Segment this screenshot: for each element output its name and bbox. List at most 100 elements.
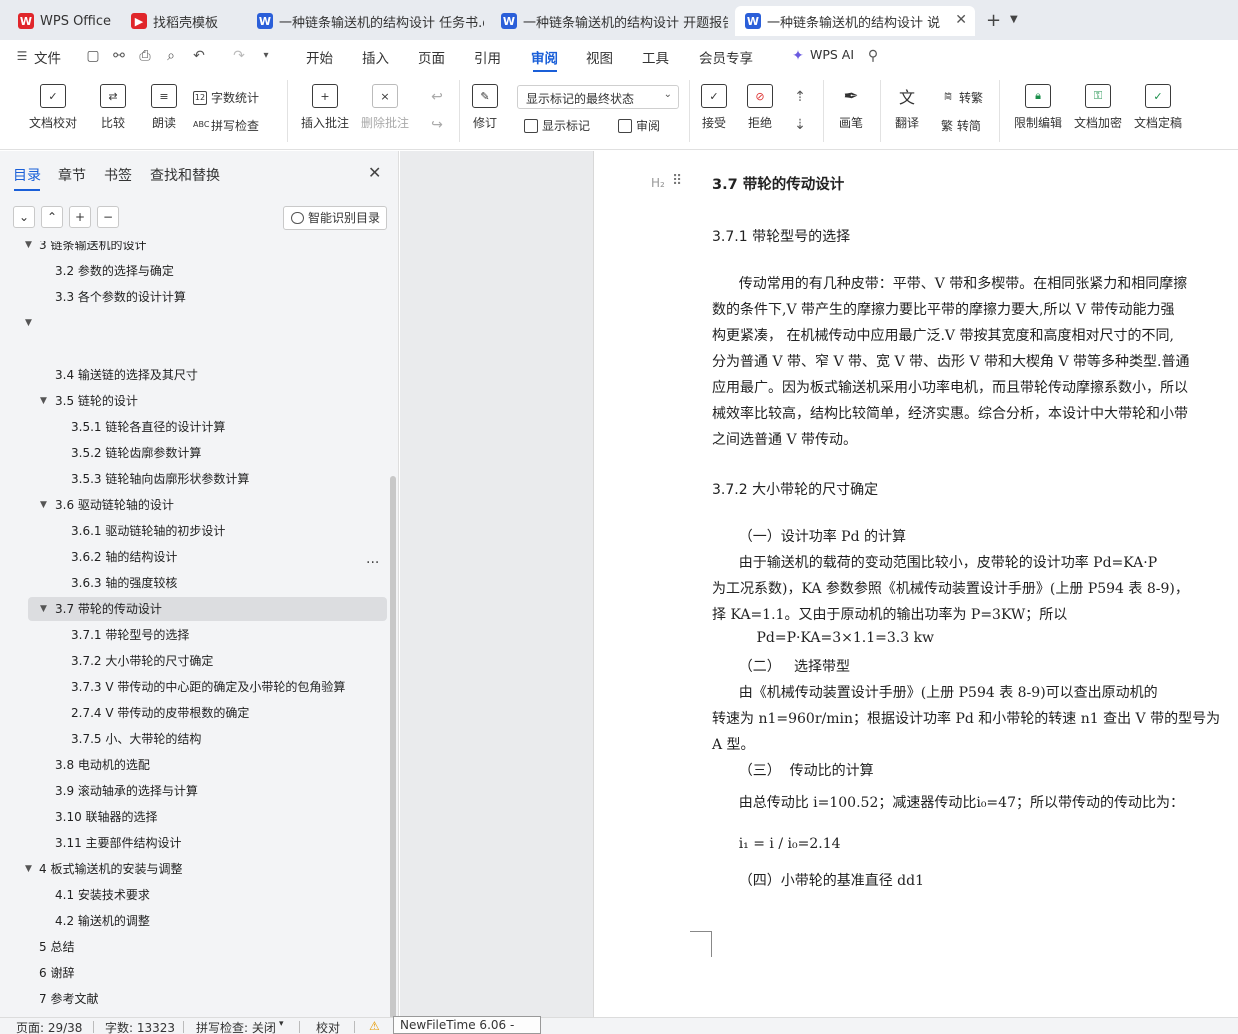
save-icon[interactable]: ▢ (85, 48, 101, 64)
toc-item[interactable]: 3.5.1 链轮各直径的设计计算 (28, 415, 387, 439)
toc-item[interactable]: 3.11 主要部件结构设计 (28, 831, 387, 855)
menu-page[interactable]: 页面 (418, 47, 445, 67)
toc-item[interactable]: 3.4 输送链的选择及其尺寸 (28, 363, 387, 387)
toc-item[interactable]: 3.6.1 驱动链轮轴的初步设计 (28, 519, 387, 543)
tab-docer[interactable]: ▶ 找稻壳模板 (121, 6, 241, 36)
next-change-icon[interactable]: ⇣ (792, 117, 808, 133)
menu-wps-ai[interactable]: WPS AI (810, 47, 854, 62)
insert-comment-button[interactable]: + 插入批注 (301, 84, 349, 131)
expand-arrow-icon[interactable]: ▼ (40, 597, 47, 621)
tab-document-proposal[interactable]: W 一种链条输送机的结构设计 开题报告 (491, 6, 728, 36)
to-simplified-button[interactable]: 繁 转简 (941, 117, 981, 134)
reject-button[interactable]: ⊘ 拒绝 (747, 84, 773, 131)
track-changes-button[interactable]: ✎ 修订 (472, 84, 498, 131)
close-icon[interactable]: ✕ (368, 163, 381, 182)
toc-item[interactable]: 4.1 安装技术要求 (28, 883, 387, 907)
print-preview-icon[interactable]: ⌕ (163, 48, 179, 64)
toc-item[interactable]: ▼ 3 链条输送机的设计 (25, 241, 387, 257)
prev-comment-icon[interactable]: ↩ (429, 89, 445, 105)
add-heading-button[interactable]: + (69, 206, 91, 228)
pen-button[interactable]: ✒ 画笔 (838, 84, 864, 131)
markup-state-select[interactable]: 显示标记的最终状态 ⌄ (517, 85, 679, 109)
toc-item[interactable]: 3.5.2 链轮齿廓参数计算 (28, 441, 387, 465)
review-pane-button[interactable]: 审阅 (618, 117, 660, 134)
chevron-down-icon[interactable]: ▾ (279, 1019, 284, 1029)
delete-comment-button[interactable]: × 删除批注 (361, 84, 409, 131)
menu-file[interactable]: 文件 (34, 47, 61, 67)
next-comment-icon[interactable]: ↪ (429, 117, 445, 133)
show-markup-button[interactable]: 显示标记 (524, 117, 590, 134)
tab-find-replace[interactable]: 查找和替换 (150, 165, 220, 185)
new-tab-icon[interactable]: + (986, 10, 1001, 31)
undo-icon[interactable]: ↶ (191, 48, 207, 64)
toc-item[interactable]: ▼ 3.7 带轮的传动设计 (28, 597, 387, 621)
toc-item[interactable]: 3.6.2 轴的结构设计 (28, 545, 387, 569)
more-icon[interactable]: ··· (366, 555, 379, 571)
word-count-button[interactable]: 12 字数统计 (193, 89, 259, 106)
menu-review[interactable]: 审阅 (531, 47, 558, 67)
collapse-button[interactable]: ⌄ (13, 206, 35, 228)
toc-item[interactable]: 3.7.5 小、大带轮的结构 (28, 727, 387, 751)
spell-check-indicator[interactable]: 拼写检查: 关闭 (196, 1019, 276, 1034)
menu-insert[interactable]: 插入 (362, 47, 389, 67)
drag-handle-icon[interactable]: ⠿ (672, 173, 682, 189)
finalize-button[interactable]: ✓ 文档定稿 (1134, 84, 1182, 131)
tab-document-task[interactable]: W 一种链条输送机的结构设计 任务书.dc (247, 6, 484, 36)
hamburger-icon[interactable]: ☰ (14, 48, 30, 64)
toc-item[interactable]: 2.7.4 V 带传动的皮带根数的确定 (28, 701, 387, 725)
remove-heading-button[interactable]: − (97, 206, 119, 228)
expand-button[interactable]: ⌃ (41, 206, 63, 228)
menu-start[interactable]: 开始 (306, 47, 333, 67)
toc-scrollbar[interactable] (390, 476, 396, 1021)
tab-toc[interactable]: 目录 (13, 165, 41, 185)
encrypt-button[interactable]: ⚿ 文档加密 (1074, 84, 1122, 131)
tab-wps-office[interactable]: W WPS Office (8, 6, 115, 36)
print-icon[interactable]: ⎙ (137, 48, 153, 64)
expand-arrow-icon[interactable]: ▼ (40, 493, 47, 517)
toc-item[interactable]: 3.2 参数的选择与确定 (28, 259, 387, 283)
search-icon[interactable]: ⚲ (865, 48, 881, 64)
expand-arrow-icon[interactable]: ▼ (40, 389, 47, 413)
doc-check-button[interactable]: ✓ 文档校对 (29, 84, 77, 131)
menu-reference[interactable]: 引用 (474, 47, 501, 67)
prev-change-icon[interactable]: ⇡ (792, 89, 808, 105)
spell-check-button[interactable]: ABC 拼写检查 (193, 117, 259, 134)
compare-button[interactable]: ⇄ 比较 (100, 84, 126, 131)
toc-item[interactable]: 7 参考文献 (28, 987, 387, 1011)
page-indicator[interactable]: 页面: 29/38 (16, 1019, 82, 1034)
restrict-edit-button[interactable]: 🔒︎ 限制编辑 (1014, 84, 1062, 131)
document-page[interactable]: H₂ ⠿ 3.7 带轮的传动设计 3.7.1 带轮型号的选择 传动常用的有几种皮带… (593, 151, 1238, 1017)
proofread-indicator[interactable]: 校对 (316, 1019, 340, 1034)
toc-item[interactable]: 6 谢辞 (28, 961, 387, 985)
toc-item[interactable]: 3.8 电动机的选配 (28, 753, 387, 777)
toc-item[interactable]: ▼ (25, 311, 387, 335)
toc-item[interactable]: 5 总结 (28, 935, 387, 959)
smart-toc-button[interactable]: 智能识别目录 (283, 206, 387, 230)
toc-item[interactable]: 3.5.3 链轮轴向齿廓形状参数计算 (28, 467, 387, 491)
toc-item[interactable]: 3.7.3 V 带传动的中心距的确定及小带轮的包角验算 (28, 675, 387, 699)
tab-bookmarks[interactable]: 书签 (104, 165, 132, 185)
tab-chapters[interactable]: 章节 (58, 165, 86, 185)
toc-item[interactable]: ▼ 3.5 链轮的设计 (28, 389, 387, 413)
menu-tools[interactable]: 工具 (642, 47, 669, 67)
translate-button[interactable]: 文 翻译 (894, 84, 920, 131)
toc-item[interactable]: 3.7.2 大小带轮的尺寸确定 (28, 649, 387, 673)
expand-arrow-icon[interactable]: ▼ (25, 311, 32, 335)
menu-member[interactable]: 会员专享 (699, 47, 753, 67)
read-aloud-button[interactable]: ≡ 朗读 (151, 84, 177, 131)
toc-item[interactable]: ▼ 3.6 驱动链轮轴的设计 (28, 493, 387, 517)
to-traditional-button[interactable]: 简 转繁 (941, 89, 983, 106)
redo-icon[interactable]: ↷ (231, 48, 247, 64)
menu-view[interactable]: 视图 (586, 47, 613, 67)
toc-item[interactable]: 3.7.1 带轮型号的选择 (28, 623, 387, 647)
toc-item[interactable]: 3.9 滚动轴承的选择与计算 (28, 779, 387, 803)
toc-item[interactable]: ▼ 4 板式输送机的安装与调整 (25, 857, 387, 881)
accept-button[interactable]: ✓ 接受 (701, 84, 727, 131)
toc-item[interactable]: 3.10 联轴器的选择 (28, 805, 387, 829)
chevron-down-icon[interactable]: ▾ (258, 48, 274, 64)
toc-item[interactable]: 3.6.3 轴的强度较核 (28, 571, 387, 595)
toc-item[interactable]: 3.3 各个参数的设计计算 (28, 285, 387, 309)
tab-document-active[interactable]: W 一种链条输送机的结构设计 说 ✕ (735, 6, 975, 36)
close-icon[interactable]: ✕ (955, 12, 967, 28)
toc-item[interactable]: 4.2 输送机的调整 (28, 909, 387, 933)
